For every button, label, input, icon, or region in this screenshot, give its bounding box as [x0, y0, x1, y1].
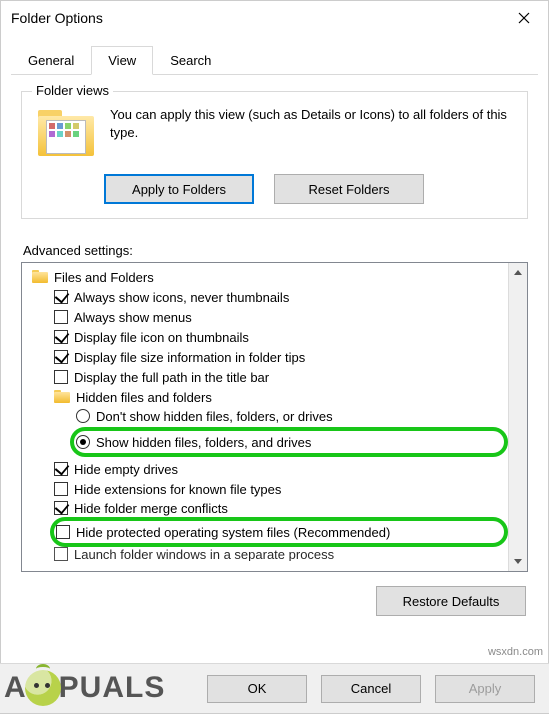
- restore-defaults-button[interactable]: Restore Defaults: [376, 586, 526, 616]
- checkbox-icon[interactable]: [54, 501, 68, 515]
- chevron-up-icon: [514, 270, 522, 275]
- chevron-down-icon: [514, 559, 522, 564]
- tree-item-hide-empty-drives[interactable]: Hide empty drives: [26, 459, 508, 479]
- tree-item-file-size-tips[interactable]: Display file size information in folder …: [26, 347, 508, 367]
- settings-tree[interactable]: Files and Folders Always show icons, nev…: [22, 263, 508, 571]
- tab-strip: General View Search: [11, 45, 538, 75]
- dialog-title: Folder Options: [11, 10, 103, 26]
- folder-small-icon: [54, 390, 70, 404]
- mascot-icon: [25, 670, 61, 706]
- scroll-up-button[interactable]: [510, 263, 527, 282]
- folder-options-dialog: Folder Options General View Search Folde…: [0, 0, 549, 714]
- credit-text: wsxdn.com: [488, 646, 543, 658]
- tree-item-launch-separate-process[interactable]: Launch folder windows in a separate proc…: [26, 547, 508, 561]
- checkbox-icon[interactable]: [54, 330, 68, 344]
- scroll-down-button[interactable]: [510, 552, 527, 571]
- advanced-settings-label: Advanced settings:: [23, 243, 526, 258]
- tab-view[interactable]: View: [91, 46, 153, 75]
- tree-radio-dont-show-hidden[interactable]: Don't show hidden files, folders, or dri…: [26, 407, 508, 425]
- close-button[interactable]: [504, 4, 544, 32]
- checkbox-icon[interactable]: [54, 290, 68, 304]
- reset-folders-button[interactable]: Reset Folders: [274, 174, 424, 204]
- tree-item-always-menus[interactable]: Always show menus: [26, 307, 508, 327]
- tree-item-hide-merge-conflicts[interactable]: Hide folder merge conflicts: [26, 499, 508, 517]
- ok-button[interactable]: OK: [207, 675, 307, 703]
- tree-item-always-icons[interactable]: Always show icons, never thumbnails: [26, 287, 508, 307]
- tree-item-hide-protected-os-files[interactable]: Hide protected operating system files (R…: [50, 517, 508, 547]
- apply-to-folders-button[interactable]: Apply to Folders: [104, 174, 254, 204]
- folder-views-text: You can apply this view (such as Details…: [110, 106, 517, 141]
- tree-item-hide-extensions[interactable]: Hide extensions for known file types: [26, 479, 508, 499]
- checkbox-icon[interactable]: [54, 310, 68, 324]
- cancel-button[interactable]: Cancel: [321, 675, 421, 703]
- tree-radio-show-hidden[interactable]: Show hidden files, folders, and drives: [70, 427, 508, 457]
- radio-icon[interactable]: [76, 409, 90, 423]
- folder-icon: [38, 108, 94, 164]
- tree-item-file-icon-thumb[interactable]: Display file icon on thumbnails: [26, 327, 508, 347]
- tab-search[interactable]: Search: [153, 46, 228, 75]
- tree-item-full-path-titlebar[interactable]: Display the full path in the title bar: [26, 367, 508, 387]
- folder-small-icon: [32, 270, 48, 284]
- checkbox-icon[interactable]: [54, 350, 68, 364]
- view-panel: Folder views You can apply this view (su…: [1, 75, 548, 616]
- checkbox-icon[interactable]: [54, 547, 68, 561]
- checkbox-icon[interactable]: [54, 462, 68, 476]
- tab-general[interactable]: General: [11, 46, 91, 75]
- checkbox-icon[interactable]: [56, 525, 70, 539]
- radio-icon[interactable]: [76, 435, 90, 449]
- folder-views-title: Folder views: [32, 83, 113, 98]
- tree-group-hidden-files: Hidden files and folders: [26, 387, 508, 407]
- tree-group-files-folders: Files and Folders: [26, 267, 508, 287]
- watermark-logo: A PUALS: [4, 670, 165, 706]
- scrollbar[interactable]: [508, 263, 527, 571]
- checkbox-icon[interactable]: [54, 482, 68, 496]
- folder-views-group: Folder views You can apply this view (su…: [21, 91, 528, 219]
- advanced-settings-list: Files and Folders Always show icons, nev…: [21, 262, 528, 572]
- close-icon: [518, 12, 530, 24]
- titlebar: Folder Options: [1, 1, 548, 35]
- checkbox-icon[interactable]: [54, 370, 68, 384]
- apply-button: Apply: [435, 675, 535, 703]
